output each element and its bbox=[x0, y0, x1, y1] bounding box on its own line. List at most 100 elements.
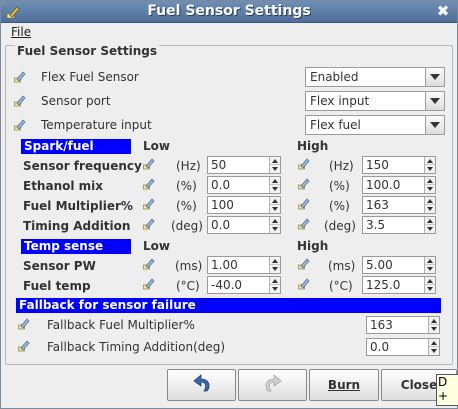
spin-value: 125.0 bbox=[366, 278, 401, 292]
ethanol-mix-label: Ethanol mix bbox=[23, 179, 104, 193]
spin-up-icon[interactable] bbox=[270, 217, 280, 225]
timing-addition-low-input[interactable]: 0.0 bbox=[207, 216, 281, 234]
sensor-pw-label: Sensor PW bbox=[23, 259, 96, 273]
spin-up-icon[interactable] bbox=[425, 277, 435, 285]
edit-pencil-icon bbox=[143, 258, 155, 270]
spin-value: 163 bbox=[366, 198, 389, 212]
edit-pencil-icon bbox=[298, 278, 310, 290]
timing-addition-high-input[interactable]: 3.5 bbox=[362, 216, 436, 234]
flex-fuel-sensor-select[interactable]: Enabled bbox=[305, 67, 445, 87]
spin-up-icon[interactable] bbox=[425, 197, 435, 205]
chevron-down-icon[interactable] bbox=[425, 92, 444, 110]
edit-pencil-icon bbox=[14, 119, 26, 131]
spin-down-icon[interactable] bbox=[270, 225, 280, 233]
spinner bbox=[269, 157, 280, 173]
tooltip: D + o bbox=[436, 374, 458, 406]
spinner bbox=[269, 197, 280, 213]
spin-value: 5.00 bbox=[366, 258, 393, 272]
spin-down-icon[interactable] bbox=[425, 225, 435, 233]
fuel-multiplier-high-input[interactable]: 163 bbox=[362, 196, 436, 214]
fallback-fuel-multiplier-input[interactable]: 163 bbox=[366, 316, 440, 334]
spin-value: 1.00 bbox=[211, 258, 238, 272]
fallback-header: Fallback for sensor failure bbox=[16, 298, 441, 313]
fuel-temp-high-input[interactable]: 125.0 bbox=[362, 276, 436, 294]
edit-pencil-icon bbox=[18, 318, 30, 330]
edit-pencil-icon bbox=[143, 278, 155, 290]
spin-value: -40.0 bbox=[211, 278, 243, 292]
spinner bbox=[269, 277, 280, 293]
edit-pencil-icon bbox=[143, 158, 155, 170]
high-unit-label: (°C) bbox=[329, 279, 353, 293]
chevron-down-icon[interactable] bbox=[425, 116, 444, 134]
spin-up-icon[interactable] bbox=[429, 339, 439, 347]
spinner bbox=[424, 157, 435, 173]
spin-down-icon[interactable] bbox=[425, 205, 435, 213]
high-unit-label: (%) bbox=[329, 179, 350, 193]
tooltip-line2: + o bbox=[438, 389, 449, 405]
spin-value: 0.0 bbox=[370, 340, 390, 354]
sensor-frequency-low-input[interactable]: 50 bbox=[207, 156, 281, 174]
spin-up-icon[interactable] bbox=[425, 257, 435, 265]
spin-value: 163 bbox=[370, 318, 393, 332]
spin-up-icon[interactable] bbox=[425, 217, 435, 225]
menu-file[interactable]: File bbox=[11, 25, 31, 39]
fallback-timing-addition-input[interactable]: 0.0 bbox=[366, 338, 440, 356]
edit-pencil-icon bbox=[298, 178, 310, 190]
spin-up-icon[interactable] bbox=[270, 277, 280, 285]
spin-down-icon[interactable] bbox=[270, 285, 280, 293]
spin-down-icon[interactable] bbox=[270, 205, 280, 213]
spin-up-icon[interactable] bbox=[270, 257, 280, 265]
ethanol-mix-low-input[interactable]: 0.0 bbox=[207, 176, 281, 194]
spin-down-icon[interactable] bbox=[425, 185, 435, 193]
redo-icon bbox=[262, 373, 284, 397]
timing-addition-label: Timing Addition bbox=[23, 219, 131, 233]
sensor-pw-high-input[interactable]: 5.00 bbox=[362, 256, 436, 274]
close-window-icon[interactable]: ✖ bbox=[435, 3, 451, 19]
spin-up-icon[interactable] bbox=[425, 177, 435, 185]
spin-down-icon[interactable] bbox=[270, 185, 280, 193]
spinner bbox=[424, 277, 435, 293]
spin-up-icon[interactable] bbox=[425, 157, 435, 165]
spin-down-icon[interactable] bbox=[425, 265, 435, 273]
spin-down-icon[interactable] bbox=[270, 165, 280, 173]
edit-pencil-icon bbox=[298, 218, 310, 230]
low-unit-label: (%) bbox=[176, 179, 197, 193]
spin-down-icon[interactable] bbox=[429, 325, 439, 333]
spin-down-icon[interactable] bbox=[425, 165, 435, 173]
temp-sense-high-header: High bbox=[297, 239, 329, 253]
chevron-down-icon[interactable] bbox=[425, 68, 444, 86]
spin-down-icon[interactable] bbox=[429, 347, 439, 355]
temperature-input-value: Flex fuel bbox=[310, 118, 361, 132]
edit-pencil-icon bbox=[18, 340, 30, 352]
sensor-pw-low-input[interactable]: 1.00 bbox=[207, 256, 281, 274]
spin-up-icon[interactable] bbox=[270, 157, 280, 165]
fuel-temp-low-input[interactable]: -40.0 bbox=[207, 276, 281, 294]
spin-down-icon[interactable] bbox=[270, 265, 280, 273]
spark-fuel-low-header: Low bbox=[143, 139, 170, 153]
ethanol-mix-high-input[interactable]: 100.0 bbox=[362, 176, 436, 194]
edit-pencil-icon bbox=[298, 198, 310, 210]
undo-button[interactable] bbox=[167, 369, 236, 401]
edit-pencil-icon bbox=[143, 178, 155, 190]
sensor-port-select[interactable]: Flex input bbox=[305, 91, 445, 111]
burn-button[interactable]: Burn bbox=[309, 369, 379, 401]
spin-up-icon[interactable] bbox=[270, 177, 280, 185]
spinner bbox=[424, 217, 435, 233]
temperature-input-select[interactable]: Flex fuel bbox=[305, 115, 445, 135]
title-bar[interactable]: Fuel Sensor Settings ✖ bbox=[1, 1, 457, 23]
spin-up-icon[interactable] bbox=[429, 317, 439, 325]
dialog-window: Fuel Sensor Settings ✖ File Fuel Sensor … bbox=[0, 0, 458, 409]
sensor-frequency-high-input[interactable]: 150 bbox=[362, 156, 436, 174]
fuel-multiplier-low-input[interactable]: 100 bbox=[207, 196, 281, 214]
low-unit-label: (deg) bbox=[171, 219, 203, 233]
spinner bbox=[269, 177, 280, 193]
temperature-input-label: Temperature input bbox=[41, 118, 152, 132]
spinner bbox=[269, 217, 280, 233]
close-button-label: Close bbox=[400, 378, 438, 392]
spin-down-icon[interactable] bbox=[425, 285, 435, 293]
burn-button-label: Burn bbox=[327, 378, 361, 392]
spin-up-icon[interactable] bbox=[270, 197, 280, 205]
low-unit-label: (ms) bbox=[175, 259, 203, 273]
spin-value: 0.0 bbox=[211, 178, 231, 192]
redo-button[interactable] bbox=[238, 369, 307, 401]
